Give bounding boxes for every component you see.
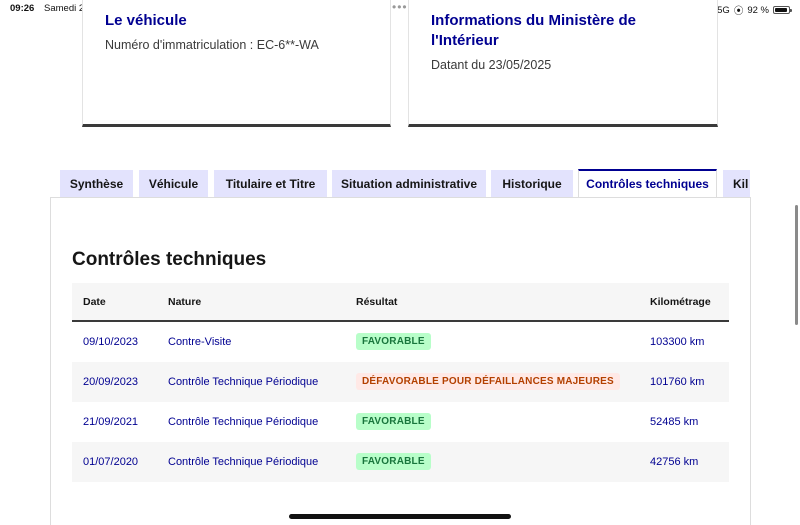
tab-vehicule[interactable]: Véhicule <box>139 170 208 198</box>
location-icon: ⦿ <box>733 6 744 17</box>
inspections-table: Date Nature Résultat Kilométrage 09/10/2… <box>72 283 729 482</box>
row-mileage: 103300 km <box>650 336 705 348</box>
battery-percent: 92 % <box>747 4 769 16</box>
row-nature: Contrôle Technique Périodique <box>168 376 319 388</box>
tab-panel-controles-techniques: Contrôles techniques Date Nature Résulta… <box>50 197 751 525</box>
result-badge-defavorable: DÉFAVORABLE POUR DÉFAILLANCES MAJEURES <box>356 373 620 390</box>
status-time: 09:26 <box>10 3 35 14</box>
vehicle-card-title: Le véhicule <box>105 12 187 29</box>
ministry-card: Informations du Ministère de l'Intérieur… <box>408 0 718 127</box>
section-title: Contrôles techniques <box>72 249 267 270</box>
multitasking-dots-icon[interactable]: ••• <box>392 0 408 14</box>
network-type: 5G <box>717 4 730 16</box>
row-mileage: 52485 km <box>650 416 699 428</box>
table-row: 21/09/2021 Contrôle Technique Périodique… <box>72 402 729 442</box>
ministry-card-title: Informations du Ministère de l'Intérieur <box>431 12 637 49</box>
row-nature: Contrôle Technique Périodique <box>168 456 319 468</box>
battery-icon <box>773 6 792 14</box>
tab-controles-techniques[interactable]: Contrôles techniques <box>578 169 717 198</box>
tab-historique[interactable]: Historique <box>491 170 573 198</box>
row-date: 20/09/2023 <box>83 376 139 388</box>
page-scrollbar[interactable] <box>795 205 798 325</box>
header-result: Résultat <box>356 296 398 308</box>
tab-synthese[interactable]: Synthèse <box>60 170 133 198</box>
header-date: Date <box>83 296 106 308</box>
row-nature: Contrôle Technique Périodique <box>168 416 319 428</box>
table-row: 20/09/2023 Contrôle Technique Périodique… <box>72 362 729 402</box>
result-badge-favorable: FAVORABLE <box>356 453 431 470</box>
row-date: 09/10/2023 <box>83 336 139 348</box>
home-indicator[interactable] <box>289 514 511 519</box>
table-header: Date Nature Résultat Kilométrage <box>72 283 729 322</box>
result-badge-favorable: FAVORABLE <box>356 413 431 430</box>
table-row: 01/07/2020 Contrôle Technique Périodique… <box>72 442 729 482</box>
vehicle-registration: Numéro d'immatriculation : EC-6**-WA <box>105 38 319 52</box>
row-date: 01/07/2020 <box>83 456 139 468</box>
tab-titulaire-titre[interactable]: Titulaire et Titre <box>214 170 327 198</box>
row-nature: Contre-Visite <box>168 336 232 348</box>
vehicle-card: Le véhicule Numéro d'immatriculation : E… <box>82 0 391 127</box>
result-badge-favorable: FAVORABLE <box>356 333 431 350</box>
tab-situation-administrative[interactable]: Situation administrative <box>332 170 486 198</box>
row-mileage: 101760 km <box>650 376 705 388</box>
row-date: 21/09/2021 <box>83 416 139 428</box>
tab-kilometrage-partial[interactable]: Kil <box>723 170 750 198</box>
row-mileage: 42756 km <box>650 456 699 468</box>
tab-list: Synthèse Véhicule Titulaire et Titre Sit… <box>60 169 750 198</box>
ministry-data-date: Datant du 23/05/2025 <box>431 58 552 72</box>
table-row: 09/10/2023 Contre-Visite FAVORABLE 10330… <box>72 322 729 362</box>
header-mileage: Kilométrage <box>650 296 711 308</box>
battery-fill <box>775 8 787 12</box>
header-nature: Nature <box>168 296 202 308</box>
